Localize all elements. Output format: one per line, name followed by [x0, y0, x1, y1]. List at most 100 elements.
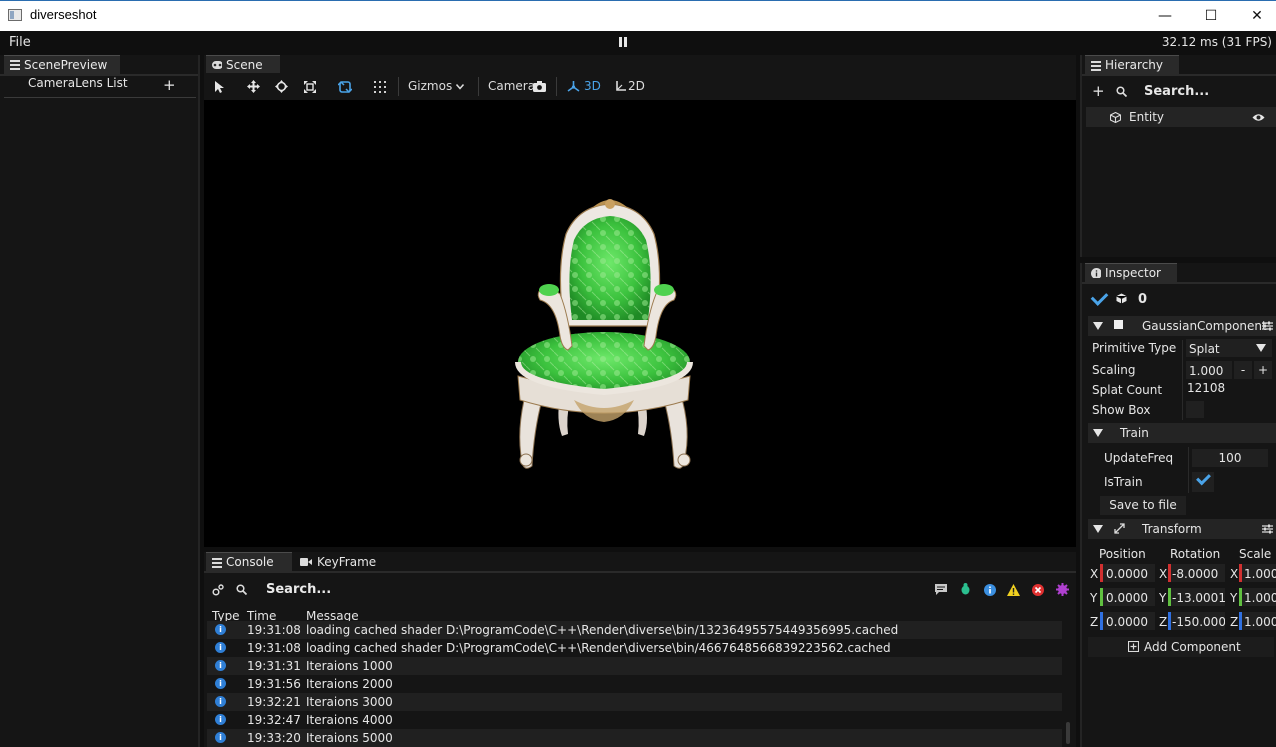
mode-2d-button[interactable]: 2D	[628, 79, 645, 93]
pause-icon[interactable]	[618, 37, 628, 47]
entity-enabled-checkbox[interactable]	[1090, 288, 1109, 306]
info-filter-icon[interactable]	[984, 584, 996, 596]
select-tool-icon[interactable]	[214, 80, 226, 94]
position-y-input[interactable]: 0.0000	[1103, 588, 1155, 606]
scaling-increment-button[interactable]: +	[1254, 361, 1272, 379]
tab-scene-preview-label: ScenePreview	[24, 58, 108, 72]
console-search-input[interactable]: Search...	[266, 582, 331, 597]
component-settings-icon[interactable]	[1262, 524, 1273, 534]
eye-icon[interactable]	[1252, 113, 1265, 122]
rotation-y-input[interactable]: -13.0001	[1171, 588, 1225, 606]
hierarchy-search-input[interactable]: Search...	[1144, 84, 1209, 99]
console-scrollbar[interactable]	[1066, 722, 1070, 744]
rotation-z-value: -150.000	[1172, 615, 1225, 629]
rotation-x-input[interactable]: -8.0000	[1171, 564, 1225, 582]
tab-scene-preview[interactable]: ScenePreview	[4, 55, 120, 74]
gamepad-icon	[212, 61, 222, 69]
mode-3d-button[interactable]: 3D	[584, 79, 601, 93]
camera-button[interactable]: Camera	[488, 79, 535, 93]
collapse-icon	[1093, 322, 1103, 330]
log-message: loading cached shader D:\ProgramCode\C++…	[306, 641, 891, 655]
primitive-type-select[interactable]: Splat	[1186, 339, 1272, 357]
rotation-x-value: -8.0000	[1172, 567, 1219, 581]
local-space-icon[interactable]	[338, 80, 352, 94]
train-section-header[interactable]: Train	[1088, 423, 1276, 443]
position-x-input[interactable]: 0.0000	[1103, 564, 1155, 582]
cube-icon	[1116, 293, 1127, 304]
tab-scene[interactable]: Scene	[206, 55, 280, 74]
scaling-input[interactable]: 1.000	[1186, 361, 1232, 379]
scale-x-value: 1.0000	[1244, 567, 1276, 581]
log-message: loading cached shader D:\ProgramCode\C++…	[306, 623, 899, 637]
save-to-file-button[interactable]: Save to file	[1100, 496, 1186, 515]
rotate-tool-icon[interactable]	[275, 80, 288, 93]
update-freq-input[interactable]: 100	[1192, 449, 1268, 467]
menu-file[interactable]: File	[9, 35, 31, 50]
scaling-value: 1.000	[1189, 364, 1224, 378]
close-button[interactable]: ✕	[1234, 1, 1276, 31]
scale-y-input[interactable]: 1.0000	[1242, 588, 1276, 606]
primitive-type-value: Splat	[1189, 342, 1220, 356]
tab-inspector[interactable]: Inspector	[1085, 263, 1177, 282]
rotation-z-input[interactable]: -150.000	[1171, 612, 1225, 630]
log-row[interactable]: i 19:31:31 Iteraions 1000	[207, 657, 1062, 675]
show-box-label: Show Box	[1092, 403, 1151, 417]
tab-hierarchy[interactable]: Hierarchy	[1085, 55, 1179, 74]
transform-title: Transform	[1142, 522, 1202, 536]
move-tool-icon[interactable]	[247, 80, 260, 93]
info-icon: i	[215, 714, 226, 725]
message-filter-icon[interactable]	[935, 584, 947, 595]
log-row[interactable]: i 19:31:56 Iteraions 2000	[207, 675, 1062, 693]
position-z-input[interactable]: 0.0000	[1103, 612, 1155, 630]
gaussian-component-header[interactable]: GaussianComponent	[1088, 316, 1276, 336]
list-icon	[1091, 61, 1101, 71]
app-icon	[8, 9, 22, 21]
transform-section-header[interactable]: Transform	[1088, 519, 1276, 539]
tab-keyframe[interactable]: KeyFrame	[300, 555, 376, 569]
log-row[interactable]: i 19:33:20 Iteraions 5000	[207, 729, 1062, 747]
minimize-button[interactable]: —	[1142, 1, 1188, 31]
scale-x-input[interactable]: 1.0000	[1242, 564, 1276, 582]
log-message: Iteraions 4000	[306, 713, 393, 727]
gizmos-dropdown[interactable]: Gizmos	[408, 79, 452, 93]
component-enable-checkbox[interactable]	[1114, 320, 1123, 329]
tab-inspector-label: Inspector	[1105, 266, 1161, 280]
tab-console[interactable]: Console	[206, 552, 292, 571]
video-icon	[300, 558, 312, 566]
log-row[interactable]: i 19:32:47 Iteraions 4000	[207, 711, 1062, 729]
show-box-checkbox[interactable]	[1186, 401, 1204, 418]
log-time: 19:33:20	[247, 731, 301, 745]
component-settings-icon[interactable]	[1262, 321, 1273, 331]
plus-square-icon	[1128, 641, 1139, 652]
scaling-decrement-button[interactable]: -	[1234, 361, 1252, 379]
critical-filter-icon[interactable]	[1056, 583, 1069, 596]
camera-icon[interactable]	[533, 81, 546, 92]
list-icon	[212, 558, 222, 568]
debug-filter-icon[interactable]	[960, 583, 971, 595]
update-freq-label: UpdateFreq	[1104, 451, 1174, 465]
grid-snap-icon[interactable]	[374, 81, 386, 93]
menu-bar: File 32.12 ms (31 FPS)	[0, 31, 1276, 54]
log-message: Iteraions 5000	[306, 731, 393, 745]
scale-z-input[interactable]: 1.0000	[1242, 612, 1276, 630]
scaling-label: Scaling	[1092, 363, 1136, 377]
add-entity-button[interactable]: +	[1092, 82, 1105, 100]
settings-icon[interactable]	[212, 584, 224, 596]
hierarchy-entity-row[interactable]: Entity	[1086, 107, 1276, 127]
collapse-icon	[1093, 525, 1103, 533]
add-component-button[interactable]: Add Component	[1088, 637, 1274, 657]
log-row[interactable]: i 19:31:08 loading cached shader D:\Prog…	[207, 621, 1062, 639]
scale-tool-icon[interactable]	[304, 81, 316, 93]
is-train-checkbox[interactable]	[1192, 470, 1214, 492]
error-filter-icon[interactable]	[1032, 584, 1044, 596]
maximize-button[interactable]: ☐	[1188, 1, 1234, 31]
rotation-header: Rotation	[1170, 547, 1221, 561]
list-icon	[10, 60, 20, 70]
position-y-value: 0.0000	[1106, 591, 1148, 605]
log-row[interactable]: i 19:32:21 Iteraions 3000	[207, 693, 1062, 711]
log-row[interactable]: i 19:31:08 loading cached shader D:\Prog…	[207, 639, 1062, 657]
position-header: Position	[1099, 547, 1146, 561]
add-camera-lens-button[interactable]: +	[163, 76, 176, 94]
scene-viewport[interactable]	[204, 100, 1076, 547]
warning-filter-icon[interactable]	[1007, 584, 1020, 596]
